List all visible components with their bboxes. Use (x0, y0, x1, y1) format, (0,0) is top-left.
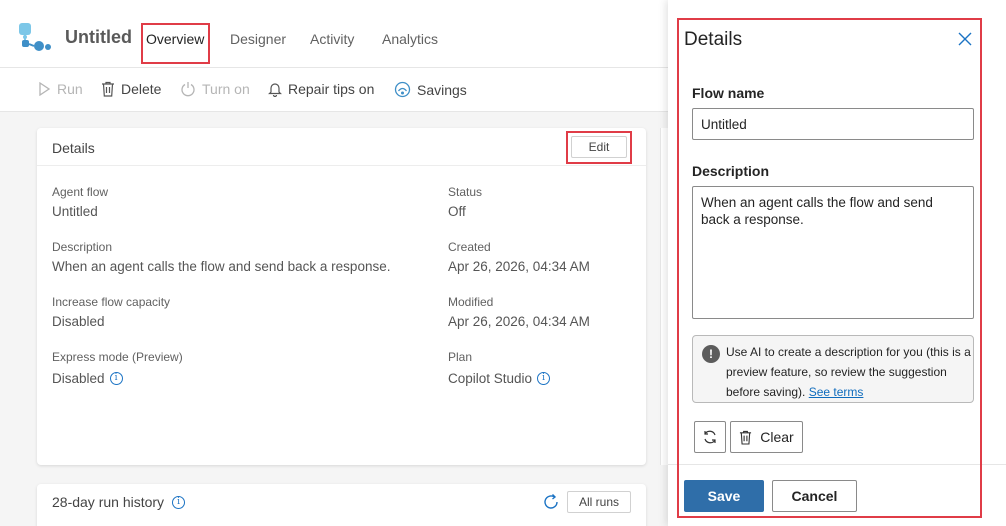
express-mode-value: Disabled i (52, 371, 123, 386)
trash-icon (740, 430, 752, 445)
cancel-button[interactable]: Cancel (772, 480, 857, 512)
savings-icon (394, 81, 411, 98)
modified-label: Modified (448, 295, 494, 309)
edit-highlight-box (566, 131, 632, 164)
panel-divider (668, 464, 1006, 465)
created-label: Created (448, 240, 491, 254)
info-icon[interactable]: i (109, 372, 123, 385)
repair-tips-button[interactable]: Repair tips on (268, 81, 374, 97)
overview-highlight-box (141, 23, 210, 64)
run-history-card: 28-day run history i All runs (37, 484, 646, 526)
run-button[interactable]: Run (38, 81, 83, 97)
flow-capacity-value: Disabled (52, 314, 105, 329)
clear-button[interactable]: Clear (730, 421, 803, 453)
turn-on-label: Turn on (202, 81, 250, 97)
description-label: Description (52, 240, 113, 254)
info-icon[interactable]: i (172, 495, 186, 509)
delete-label: Delete (121, 81, 162, 97)
agent-flow-value: Untitled (52, 204, 98, 219)
details-card-title: Details (52, 140, 95, 156)
plan-label: Plan (448, 350, 473, 364)
run-history-title: 28-day run history i (52, 494, 186, 510)
adjacent-card-edge (660, 128, 668, 465)
savings-label: Savings (417, 81, 467, 98)
info-icon[interactable]: i (537, 372, 551, 385)
description-value: When an agent calls the flow and send ba… (52, 259, 391, 274)
turn-on-button[interactable]: Turn on (180, 81, 250, 97)
flow-capacity-label: Increase flow capacity (52, 295, 171, 309)
flow-title: Untitled (65, 27, 132, 47)
delete-button[interactable]: Delete (101, 81, 161, 97)
flow-logo-icon (19, 23, 51, 51)
see-terms-link[interactable]: See terms (809, 385, 864, 399)
status-label: Status (448, 185, 483, 199)
regenerate-button[interactable] (694, 421, 726, 453)
modified-value: Apr 26, 2026, 04:34 AM (448, 314, 590, 329)
agent-flow-label: Agent flow (52, 185, 109, 199)
tab-designer[interactable]: Designer (230, 31, 286, 47)
refresh-icon[interactable] (542, 493, 560, 511)
app-header: Untitled Overview Designer Activity Anal… (0, 0, 668, 68)
save-button[interactable]: Save (684, 480, 764, 512)
description-field-label: Description (692, 163, 770, 179)
created-value: Apr 26, 2026, 04:34 AM (448, 259, 590, 274)
alert-icon: ! (702, 345, 720, 363)
description-textarea[interactable]: When an agent calls the flow and send ba… (692, 186, 974, 319)
command-bar: Run Delete Turn on Repair tips on Saving… (0, 68, 668, 112)
savings-button[interactable]: Savings (394, 81, 467, 98)
plan-value: Copilot Studio i (448, 371, 551, 386)
ai-description-note: ! Use AI to create a description for you… (692, 335, 974, 403)
flow-name-label: Flow name (692, 85, 765, 101)
tab-activity[interactable]: Activity (310, 31, 354, 47)
refresh-icon (704, 430, 716, 444)
power-icon (181, 82, 195, 97)
clear-label: Clear (760, 429, 794, 445)
flow-name-input[interactable] (692, 108, 974, 140)
panel-title: Details (684, 29, 743, 50)
bell-icon (268, 83, 282, 97)
details-card: Details Edit Agent flow Untitled Status … (37, 128, 646, 465)
repair-tips-label: Repair tips on (288, 81, 375, 97)
play-icon (39, 82, 51, 96)
trash-icon (102, 81, 114, 97)
all-runs-button[interactable]: All runs (567, 491, 631, 513)
close-icon[interactable] (957, 31, 973, 47)
details-card-header: Details Edit (37, 128, 646, 166)
run-label: Run (57, 81, 83, 97)
ai-note-text: Use AI to create a description for you (… (726, 345, 971, 399)
tab-analytics[interactable]: Analytics (382, 31, 438, 47)
express-mode-label: Express mode (Preview) (52, 350, 183, 364)
status-value: Off (448, 204, 466, 219)
